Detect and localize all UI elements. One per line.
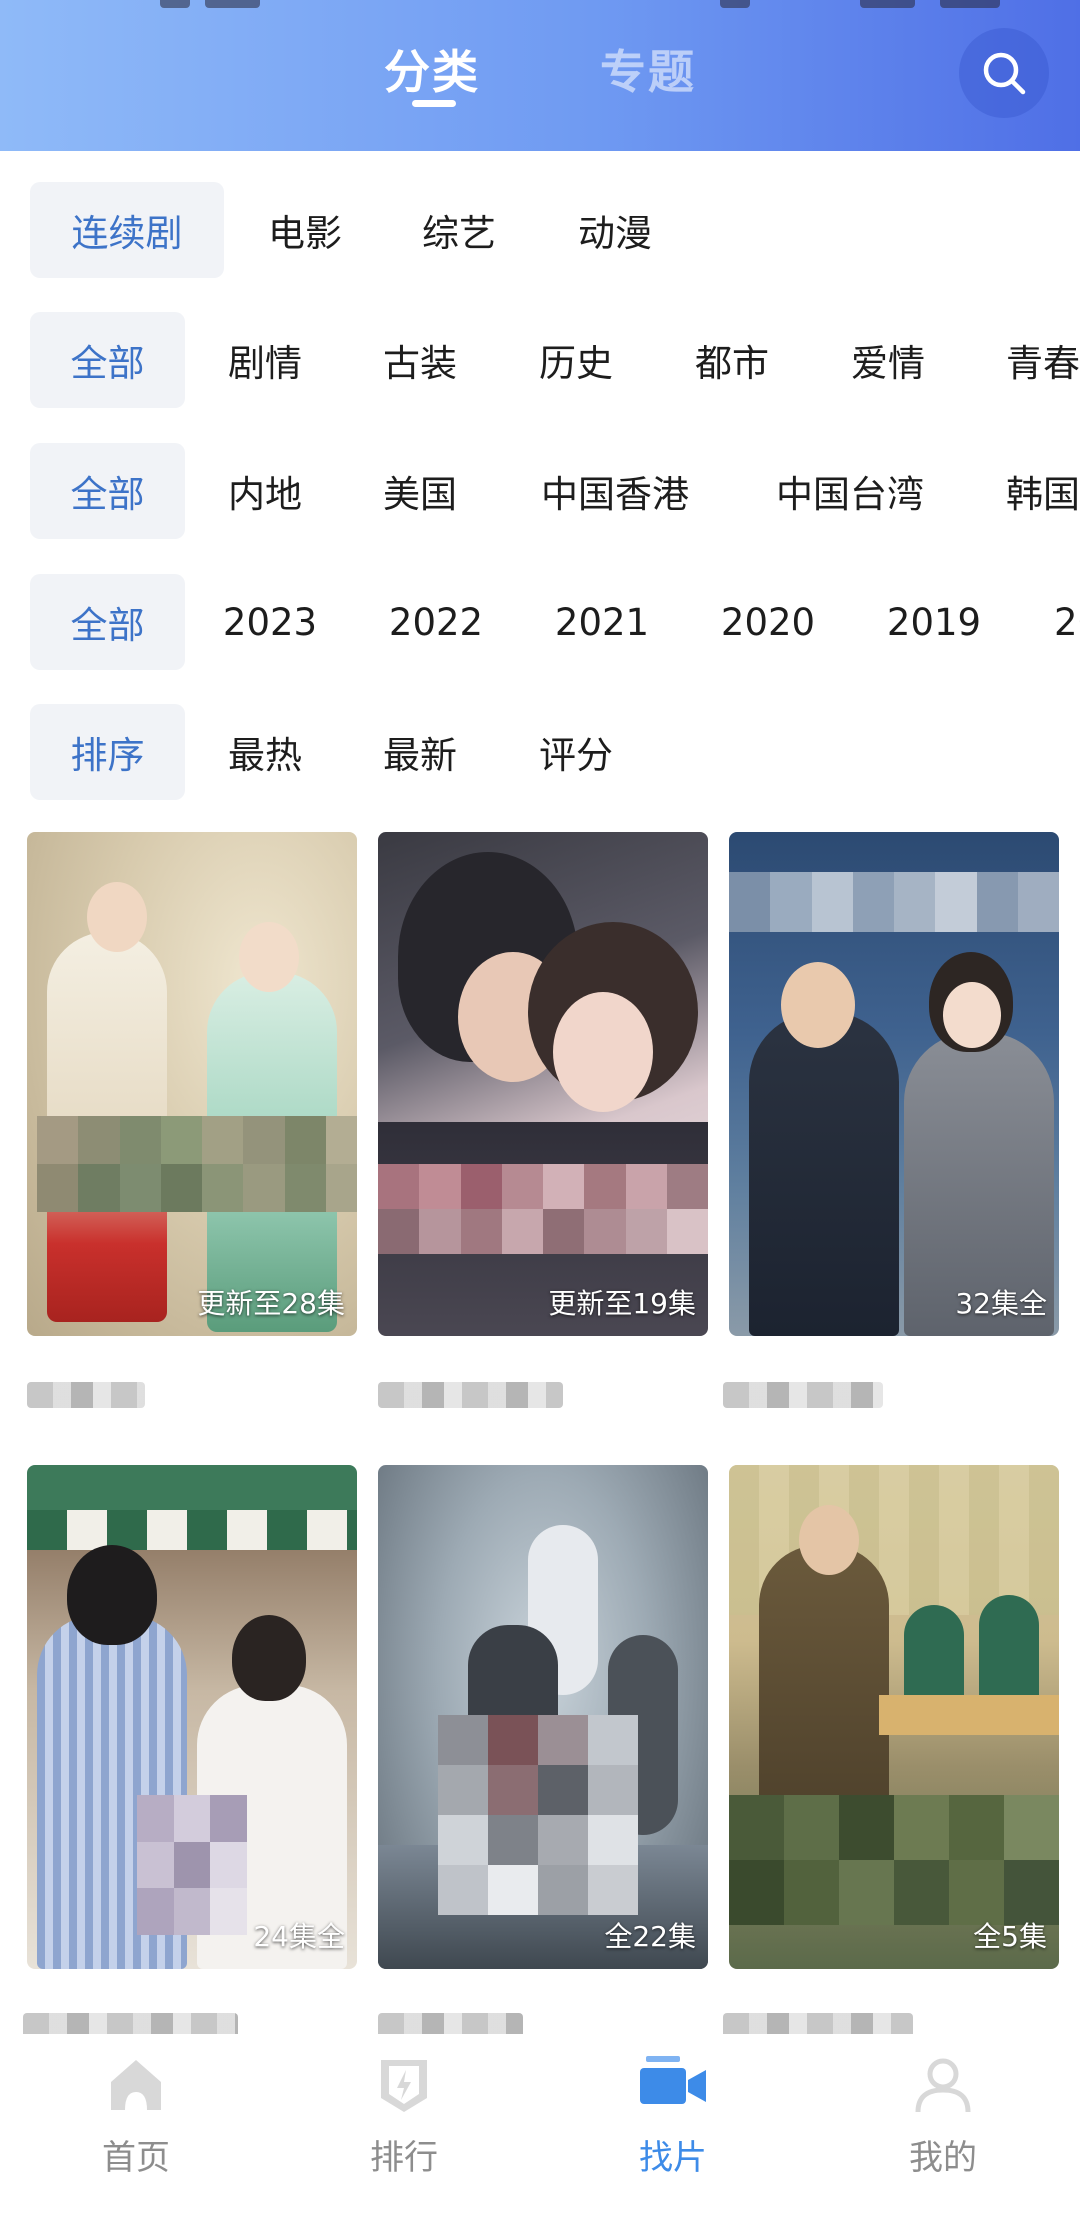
nav-profile[interactable]: 我的 (843, 2054, 1043, 2179)
profile-icon (915, 2058, 971, 2113)
censor-mosaic (37, 1116, 357, 1212)
filter-chip-year-more[interactable]: 20 (1040, 574, 1080, 670)
filter-row-genre: 全部 剧情 古装 历史 都市 爱情 青春 (0, 312, 1080, 408)
status-network-icon (205, 0, 260, 8)
poster-figure (239, 922, 299, 992)
filter-chip-history[interactable]: 历史 (521, 312, 631, 408)
show-title-redacted (723, 1382, 883, 1408)
filter-chip-usa[interactable]: 美国 (365, 443, 475, 539)
poster-figure (87, 882, 147, 952)
filter-chip-costume[interactable]: 古装 (365, 312, 475, 408)
episode-status: 全5集 (973, 1920, 1047, 1953)
censor-mosaic (729, 872, 1059, 932)
filter-chip-urban[interactable]: 都市 (677, 312, 787, 408)
censor-mosaic (438, 1715, 638, 1915)
status-alarm-icon (720, 0, 750, 8)
episode-status: 32集全 (955, 1287, 1047, 1320)
censor-mosaic (729, 1795, 1059, 1925)
filter-row-sort: 排序 最热 最新 评分 (0, 704, 1080, 800)
filter-chip-year-all[interactable]: 全部 (30, 574, 185, 670)
show-poster[interactable]: 24集全 (27, 1465, 357, 1969)
nav-home[interactable]: 首页 (36, 2054, 236, 2179)
video-camera-icon (640, 2056, 706, 2104)
filter-chip-movie[interactable]: 电影 (250, 182, 360, 278)
top-header: 分类 专题 (0, 0, 1080, 151)
filter-chip-hongkong[interactable]: 中国香港 (530, 443, 700, 539)
bottom-nav: 首页 排行 找片 我的 (0, 2034, 1080, 2219)
show-poster[interactable]: 全5集 (729, 1465, 1059, 1969)
tab-category[interactable]: 分类 (384, 36, 480, 102)
poster-awning (27, 1510, 357, 1550)
sort-chip-newest[interactable]: 最新 (365, 704, 475, 800)
filter-chip-series[interactable]: 连续剧 (30, 182, 224, 278)
sort-label: 排序 (30, 704, 185, 800)
show-poster[interactable]: 更新至19集 (378, 832, 708, 1336)
poster-figure (232, 1615, 306, 1701)
filter-chip-romance[interactable]: 爱情 (833, 312, 943, 408)
status-time (940, 0, 1000, 8)
home-icon (111, 2060, 161, 2110)
episode-status: 全22集 (604, 1920, 696, 1953)
filter-chip-2021[interactable]: 2021 (542, 574, 662, 670)
poster-figure (799, 1505, 859, 1575)
search-button[interactable] (959, 28, 1049, 118)
poster-figure (67, 1545, 157, 1645)
filter-chip-variety[interactable]: 综艺 (404, 182, 514, 278)
nav-discover-label: 找片 (639, 2138, 707, 2178)
filter-chip-2019[interactable]: 2019 (874, 574, 994, 670)
filter-chip-2020[interactable]: 2020 (708, 574, 828, 670)
show-title-redacted (27, 1382, 145, 1408)
episode-status: 24集全 (253, 1920, 345, 1953)
tab-active-indicator (412, 100, 456, 107)
episode-status: 更新至28集 (197, 1287, 345, 1320)
filter-chip-korea[interactable]: 韩国 (990, 443, 1080, 539)
poster-figure (781, 962, 855, 1048)
filter-row-type: 连续剧 电影 综艺 动漫 (0, 182, 1080, 278)
censor-mosaic (137, 1795, 247, 1935)
show-poster[interactable]: 全22集 (378, 1465, 708, 1969)
filter-chip-2022[interactable]: 2022 (376, 574, 496, 670)
nav-ranking-label: 排行 (370, 2138, 438, 2178)
poster-figure (749, 1012, 899, 1336)
filter-row-year: 全部 2023 2022 2021 2020 2019 20 (0, 574, 1080, 670)
filter-chip-drama[interactable]: 剧情 (210, 312, 320, 408)
filter-chip-genre-all[interactable]: 全部 (30, 312, 185, 408)
show-poster[interactable]: 32集全 (729, 832, 1059, 1336)
episode-status: 更新至19集 (548, 1287, 696, 1320)
filter-chip-taiwan[interactable]: 中国台湾 (765, 443, 935, 539)
filter-chip-mainland[interactable]: 内地 (210, 443, 320, 539)
show-poster[interactable]: 更新至28集 (27, 832, 357, 1336)
sort-chip-hottest[interactable]: 最热 (210, 704, 320, 800)
censor-mosaic (378, 1164, 708, 1254)
nav-discover[interactable]: 找片 (573, 2054, 773, 2179)
filter-chip-anime[interactable]: 动漫 (560, 182, 670, 278)
status-signal-icon (160, 0, 190, 8)
filter-chip-youth[interactable]: 青春 (990, 312, 1080, 408)
filter-chip-2023[interactable]: 2023 (210, 574, 330, 670)
status-bar (0, 0, 1080, 14)
ranking-icon (381, 2060, 427, 2112)
poster-figure (943, 982, 1001, 1048)
show-title-redacted (378, 1382, 563, 1408)
sort-chip-rating[interactable]: 评分 (521, 704, 631, 800)
nav-profile-label: 我的 (909, 2138, 977, 2178)
battery-icon (860, 0, 915, 8)
filter-row-region: 全部 内地 美国 中国香港 中国台湾 韩国 (0, 443, 1080, 539)
nav-ranking[interactable]: 排行 (304, 2054, 504, 2179)
search-icon (983, 52, 1026, 95)
tab-topics[interactable]: 专题 (600, 36, 696, 102)
filter-chip-region-all[interactable]: 全部 (30, 443, 185, 539)
poster-figure (553, 992, 653, 1112)
poster-desk (879, 1695, 1059, 1735)
nav-home-label: 首页 (102, 2138, 170, 2178)
